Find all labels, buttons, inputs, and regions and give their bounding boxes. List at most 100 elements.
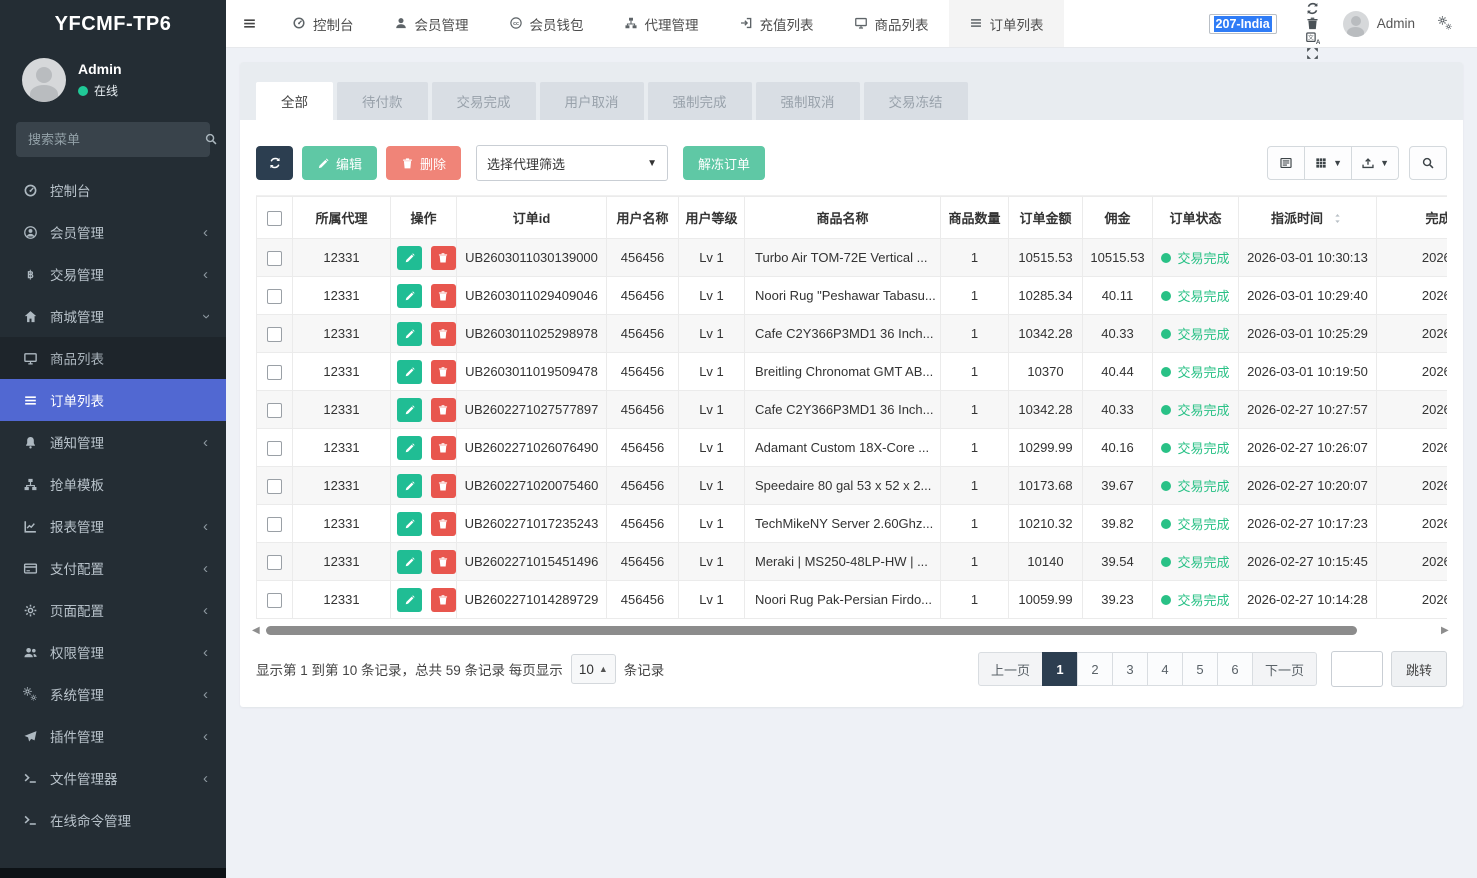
status-tab[interactable]: 用户取消	[540, 82, 644, 120]
scrollbar-thumb[interactable]	[266, 626, 1357, 635]
sidebar-menu-item[interactable]: 通知管理 ‹	[0, 421, 226, 463]
region-input[interactable]: 207-India	[1209, 14, 1277, 34]
select-all-checkbox[interactable]	[267, 211, 282, 226]
page-jump-input[interactable]	[1331, 651, 1383, 687]
row-checkbox[interactable]	[267, 289, 282, 304]
sidebar-menu-item[interactable]: 插件管理 ‹	[0, 715, 226, 757]
row-checkbox[interactable]	[267, 251, 282, 266]
row-delete-button[interactable]	[431, 474, 456, 498]
sidebar-menu-item[interactable]: 抢单模板	[0, 463, 226, 505]
page-button[interactable]: 3	[1112, 652, 1148, 686]
prev-page-button[interactable]: 上一页	[978, 652, 1043, 686]
settings-gears-icon[interactable]	[1425, 16, 1465, 31]
sidebar-menu-item[interactable]: 会员管理 ‹	[0, 211, 226, 253]
columns-button[interactable]: ▼	[1305, 146, 1352, 180]
sidebar-menu-item[interactable]: 控制台	[0, 169, 226, 211]
topnav-item[interactable]: 会员管理	[374, 0, 489, 47]
scroll-right-icon[interactable]: ▶	[1441, 625, 1453, 636]
search-icon[interactable]	[204, 132, 218, 148]
sort-icon[interactable]	[1331, 211, 1344, 226]
page-jump-button[interactable]: 跳转	[1391, 651, 1447, 687]
sidebar-menu-item[interactable]: 文件管理器 ‹	[0, 757, 226, 799]
topnav-item[interactable]: 会员钱包	[489, 0, 604, 47]
row-delete-button[interactable]	[431, 512, 456, 536]
topnav-item[interactable]: 控制台	[272, 0, 374, 47]
topnav-item[interactable]: 商品列表	[834, 0, 949, 47]
cell-user-level: Lv 1	[679, 581, 745, 619]
sidebar-menu-item[interactable]: 订单列表	[0, 379, 226, 421]
row-edit-button[interactable]	[397, 322, 422, 346]
row-checkbox[interactable]	[267, 593, 282, 608]
status-tab[interactable]: 待付款	[337, 82, 428, 120]
translate-icon[interactable]	[1293, 31, 1333, 46]
unfreeze-orders-button[interactable]: 解冻订单	[683, 146, 765, 180]
refresh-icon[interactable]	[1293, 1, 1333, 16]
row-delete-button[interactable]	[431, 360, 456, 384]
row-checkbox[interactable]	[267, 555, 282, 570]
sidebar-menu-item[interactable]: 在线命令管理	[0, 799, 226, 841]
row-delete-button[interactable]	[431, 588, 456, 612]
row-edit-button[interactable]	[397, 474, 422, 498]
cell-commission: 40.11	[1083, 277, 1153, 315]
hamburger-icon[interactable]	[226, 0, 272, 47]
status-tab[interactable]: 强制取消	[756, 82, 860, 120]
row-edit-button[interactable]	[397, 360, 422, 384]
row-edit-button[interactable]	[397, 436, 422, 460]
topnav-item[interactable]: 代理管理	[604, 0, 719, 47]
next-page-button[interactable]: 下一页	[1252, 652, 1317, 686]
agent-filter-select[interactable]: 选择代理筛选 ▼	[476, 145, 668, 181]
row-delete-button[interactable]	[431, 322, 456, 346]
topnav-item[interactable]: 订单列表	[949, 0, 1064, 47]
row-delete-button[interactable]	[431, 436, 456, 460]
delete-button[interactable]: 删除	[386, 146, 461, 180]
page-button[interactable]: 2	[1077, 652, 1113, 686]
page-button[interactable]: 5	[1182, 652, 1218, 686]
row-edit-button[interactable]	[397, 550, 422, 574]
row-checkbox[interactable]	[267, 403, 282, 418]
row-checkbox[interactable]	[267, 441, 282, 456]
row-checkbox[interactable]	[267, 365, 282, 380]
search-toggle-button[interactable]	[1409, 146, 1447, 180]
status-tab[interactable]: 强制完成	[648, 82, 752, 120]
topnav-item[interactable]: 充值列表	[719, 0, 834, 47]
sidebar-menu-item[interactable]: 支付配置 ‹	[0, 547, 226, 589]
row-delete-button[interactable]	[431, 284, 456, 308]
row-delete-button[interactable]	[431, 246, 456, 270]
status-tab[interactable]: 交易冻结	[864, 82, 968, 120]
status-tab[interactable]: 全部	[256, 82, 333, 120]
detail-view-button[interactable]	[1267, 146, 1305, 180]
sidebar-search-input[interactable]	[28, 132, 204, 147]
export-button[interactable]: ▼	[1352, 146, 1399, 180]
page-size-select[interactable]: 10 ▲	[571, 654, 616, 684]
status-tab[interactable]: 交易完成	[432, 82, 536, 120]
edit-button[interactable]: 编辑	[302, 146, 377, 180]
row-checkbox[interactable]	[267, 479, 282, 494]
scrollbar-track[interactable]	[266, 626, 1439, 635]
navbar-user-menu[interactable]: Admin	[1333, 11, 1425, 37]
sidebar-menu-item[interactable]: 页面配置 ‹	[0, 589, 226, 631]
sidebar-menu-item[interactable]: 商品列表	[0, 337, 226, 379]
refresh-button[interactable]	[256, 146, 293, 180]
page-button[interactable]: 4	[1147, 652, 1183, 686]
row-delete-button[interactable]	[431, 550, 456, 574]
page-button[interactable]: 1	[1042, 652, 1078, 686]
sidebar-menu-item[interactable]: 系统管理 ‹	[0, 673, 226, 715]
sidebar-menu-item[interactable]: 报表管理 ‹	[0, 505, 226, 547]
row-checkbox[interactable]	[267, 517, 282, 532]
column-header[interactable]: 指派时间	[1239, 197, 1377, 239]
sidebar-menu-item[interactable]: 权限管理 ‹	[0, 631, 226, 673]
row-edit-button[interactable]	[397, 398, 422, 422]
row-delete-button[interactable]	[431, 398, 456, 422]
cell-order-id: UB2603011030139000	[457, 239, 607, 277]
sidebar-menu-item[interactable]: 商城管理 ‹	[0, 295, 226, 337]
sidebar-menu-item[interactable]: 交易管理 ‹	[0, 253, 226, 295]
expand-icon[interactable]	[1293, 46, 1333, 61]
trash-icon[interactable]	[1293, 16, 1333, 31]
row-edit-button[interactable]	[397, 588, 422, 612]
row-edit-button[interactable]	[397, 512, 422, 536]
page-button[interactable]: 6	[1217, 652, 1253, 686]
row-edit-button[interactable]	[397, 284, 422, 308]
row-edit-button[interactable]	[397, 246, 422, 270]
row-checkbox[interactable]	[267, 327, 282, 342]
scroll-left-icon[interactable]: ◀	[252, 625, 264, 636]
